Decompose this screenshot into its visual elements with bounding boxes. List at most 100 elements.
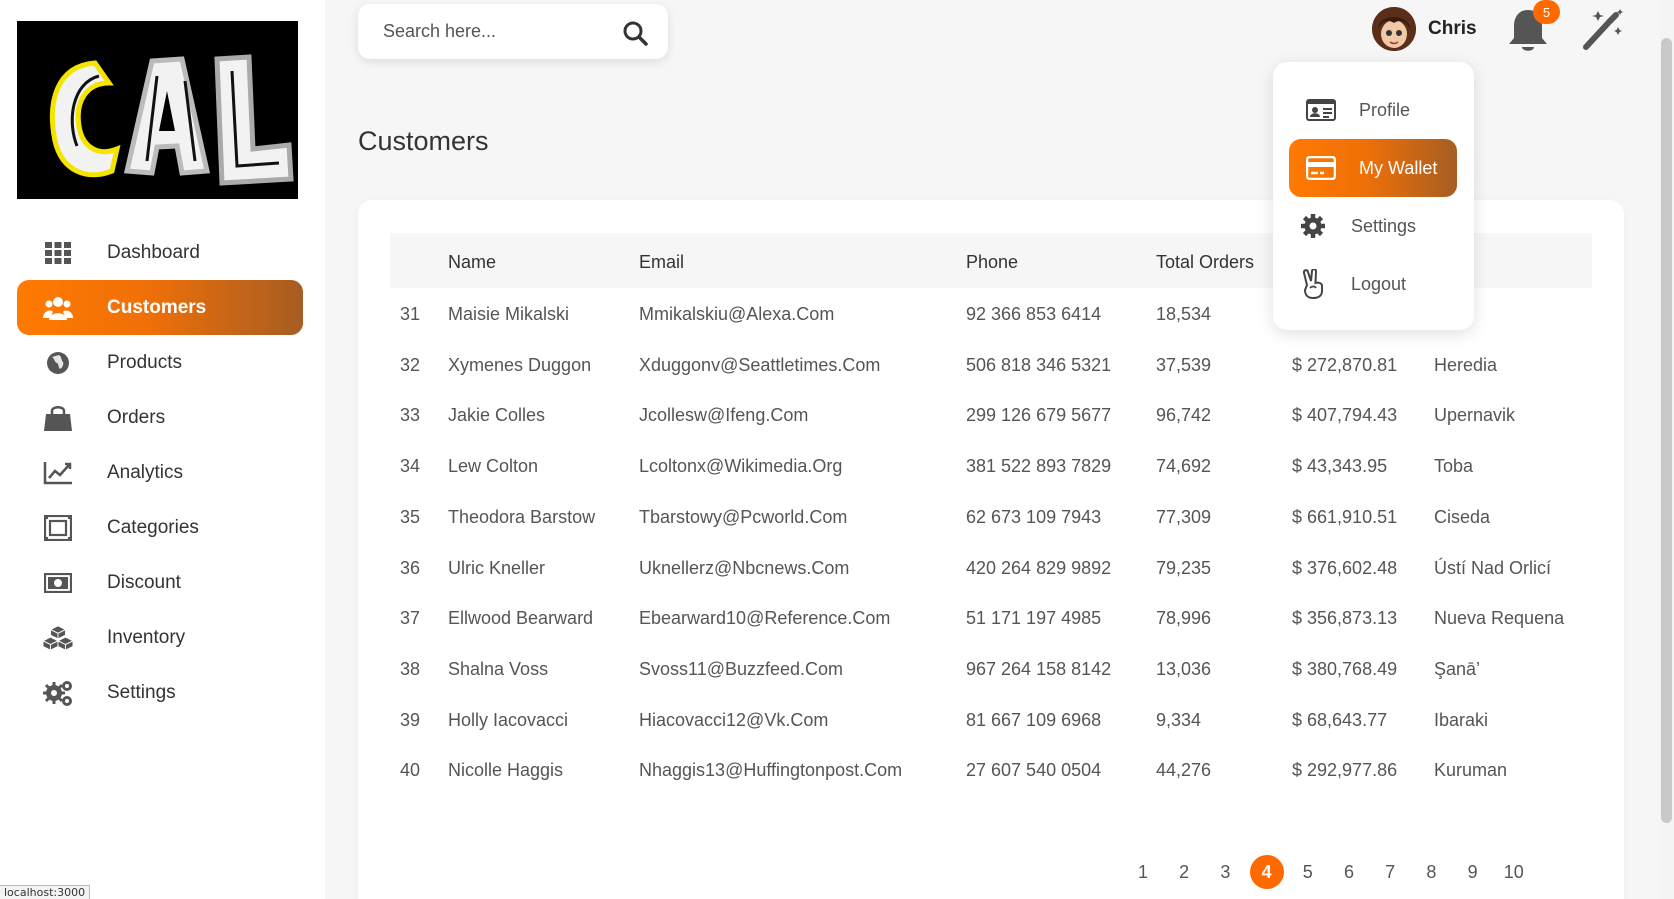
sidebar-item-settings[interactable]: Settings (17, 665, 303, 720)
magic-wand-icon[interactable] (1580, 7, 1624, 51)
search-box (358, 4, 668, 59)
menu-item-logout[interactable]: Logout (1289, 255, 1457, 313)
column-header-phone[interactable]: Phone (966, 252, 1018, 273)
grid-icon (43, 240, 73, 266)
column-header-total-orders[interactable]: Total Orders (1156, 252, 1254, 273)
sidebar-item-label: Customers (107, 296, 207, 318)
cell-total-spent: $ 380,768.49 (1292, 658, 1398, 679)
cell-index: 34 (400, 456, 421, 477)
table-row[interactable]: 36 Ulric Kneller Uknellerz@Nbcnews.Com 420 … (390, 542, 1592, 596)
cell-total-spent: $ 272,870.81 (1292, 354, 1398, 375)
scrollbar-thumb[interactable] (1661, 38, 1672, 823)
cell-phone: 299 126 679 5677 (966, 405, 1112, 426)
table-row[interactable]: 34 Lew Colton Lcoltonx@Wikimedia.Org 381 52… (390, 440, 1592, 494)
cell-name: Lew Colton (448, 456, 539, 477)
cell-phone: 92 366 853 6414 (966, 304, 1102, 324)
page-button-2[interactable]: 2 (1167, 855, 1201, 889)
cell-name: Jakie Colles (448, 405, 546, 426)
menu-item-profile[interactable]: Profile (1289, 81, 1457, 139)
cell-total-orders: 96,742 (1156, 405, 1212, 426)
shopping-bag-icon (43, 405, 73, 431)
page-button-1[interactable]: 1 (1126, 855, 1160, 889)
search-input[interactable] (383, 21, 608, 42)
cell-total-spent: $ 376,602.48 (1292, 557, 1398, 578)
sidebar-item-categories[interactable]: Categories (17, 500, 303, 555)
sidebar-item-discount[interactable]: Discount (17, 555, 303, 610)
cell-phone: 27 607 540 0504 (966, 760, 1102, 781)
cell-phone: 51 171 197 4985 (966, 608, 1102, 629)
page-button-7[interactable]: 7 (1373, 855, 1407, 889)
cell-index: 35 (400, 506, 421, 527)
search-icon[interactable] (622, 20, 648, 46)
sidebar-item-label: Categories (107, 516, 199, 538)
sidebar-item-orders[interactable]: Orders (17, 390, 303, 445)
brand-logo[interactable] (17, 21, 298, 199)
page-button-3[interactable]: 3 (1208, 855, 1242, 889)
cell-index: 31 (400, 304, 421, 324)
cell-email: Ebearward10@Reference.Com (639, 608, 891, 629)
cell-total-orders: 79,235 (1156, 557, 1212, 578)
page-button-5[interactable]: 5 (1291, 855, 1325, 889)
cell-phone: 967 264 158 8142 (966, 658, 1112, 679)
cell-phone: 420 264 829 9892 (966, 557, 1112, 578)
money-bill-icon (43, 570, 73, 596)
cell-location: Upernavik (1434, 405, 1516, 426)
page-button-6[interactable]: 6 (1332, 855, 1366, 889)
cell-location: Kuruman (1434, 760, 1508, 781)
cell-phone: 62 673 109 7943 (966, 506, 1102, 527)
cell-index: 33 (400, 405, 421, 426)
graffiti-logo-image (17, 21, 298, 199)
sidebar: Dashboard Customers Products Orders Anal… (0, 0, 325, 899)
column-header-name[interactable]: Name (448, 252, 496, 273)
table-row[interactable]: 33 Jakie Colles Jcollesw@Ifeng.Com 299 126 … (390, 389, 1592, 443)
cell-index: 38 (400, 658, 421, 679)
cell-location: Ibaraki (1434, 709, 1489, 730)
line-chart-icon (43, 460, 73, 486)
sidebar-item-label: Discount (107, 571, 181, 593)
cell-email: Xduggonv@Seattletimes.Com (639, 354, 881, 375)
sidebar-item-customers[interactable]: Customers (17, 280, 303, 335)
sidebar-item-products[interactable]: Products (17, 335, 303, 390)
table-row[interactable]: 35 Theodora Barstow Tbarstowy@Pcworld.Com 6… (390, 491, 1592, 545)
page-button-4[interactable]: 4 (1249, 855, 1284, 889)
notification-count-badge: 5 (1533, 0, 1560, 24)
cell-name: Xymenes Duggon (448, 354, 592, 375)
cogs-icon (43, 680, 73, 706)
cell-total-orders: 78,996 (1156, 608, 1212, 629)
globe-icon (43, 350, 73, 376)
cell-total-orders: 13,036 (1156, 658, 1212, 679)
page-button-10[interactable]: 10 (1497, 855, 1531, 889)
cell-total-orders: 74,692 (1156, 456, 1212, 477)
page-button-8[interactable]: 8 (1414, 855, 1448, 889)
table-row[interactable]: 39 Holly Iacovacci Hiacovacci12@Vk.Com 81 6… (390, 694, 1592, 748)
menu-item-label: Logout (1351, 273, 1407, 294)
sidebar-item-inventory[interactable]: Inventory (17, 610, 303, 665)
sidebar-item-label: Settings (107, 681, 176, 703)
cell-index: 37 (400, 608, 421, 629)
categories-icon (43, 514, 73, 541)
cell-name: Holly Iacovacci (448, 709, 569, 730)
sidebar-item-dashboard[interactable]: Dashboard (17, 225, 303, 280)
menu-item-my-wallet[interactable]: My Wallet (1289, 139, 1457, 197)
cell-email: Lcoltonx@Wikimedia.Org (639, 456, 843, 477)
cell-email: Hiacovacci12@Vk.Com (639, 709, 829, 730)
cell-total-spent: $ 43,343.95 (1292, 456, 1388, 477)
avatar[interactable] (1372, 7, 1416, 51)
menu-item-settings[interactable]: Settings (1289, 197, 1457, 255)
column-header-email[interactable]: Email (639, 252, 684, 273)
cell-total-orders: 44,276 (1156, 760, 1212, 781)
table-row[interactable]: 37 Ellwood Bearward Ebearward10@Reference.… (390, 592, 1592, 646)
page-button-9[interactable]: 9 (1456, 855, 1490, 889)
cell-total-spent: $ 407,794.43 (1292, 405, 1398, 426)
cell-email: Uknellerz@Nbcnews.Com (639, 557, 850, 578)
sidebar-item-label: Products (107, 351, 182, 373)
cell-location: Ústí Nad Orlicí (1434, 557, 1552, 578)
cell-total-spent: $ 68,643.77 (1292, 709, 1388, 730)
table-row[interactable]: 40 Nicolle Haggis Nhaggis13@Huffingtonpost… (390, 744, 1592, 798)
user-name[interactable]: Chris (1428, 18, 1477, 40)
cell-total-spent: $ 292,977.86 (1292, 760, 1398, 781)
cell-index: 39 (400, 709, 421, 730)
sidebar-item-analytics[interactable]: Analytics (17, 445, 303, 500)
table-row[interactable]: 38 Shalna Voss Svoss11@Buzzfeed.Com 967 264… (390, 643, 1592, 697)
table-row[interactable]: 32 Xymenes Duggon Xduggonv@Seattletimes.Co… (390, 339, 1592, 393)
